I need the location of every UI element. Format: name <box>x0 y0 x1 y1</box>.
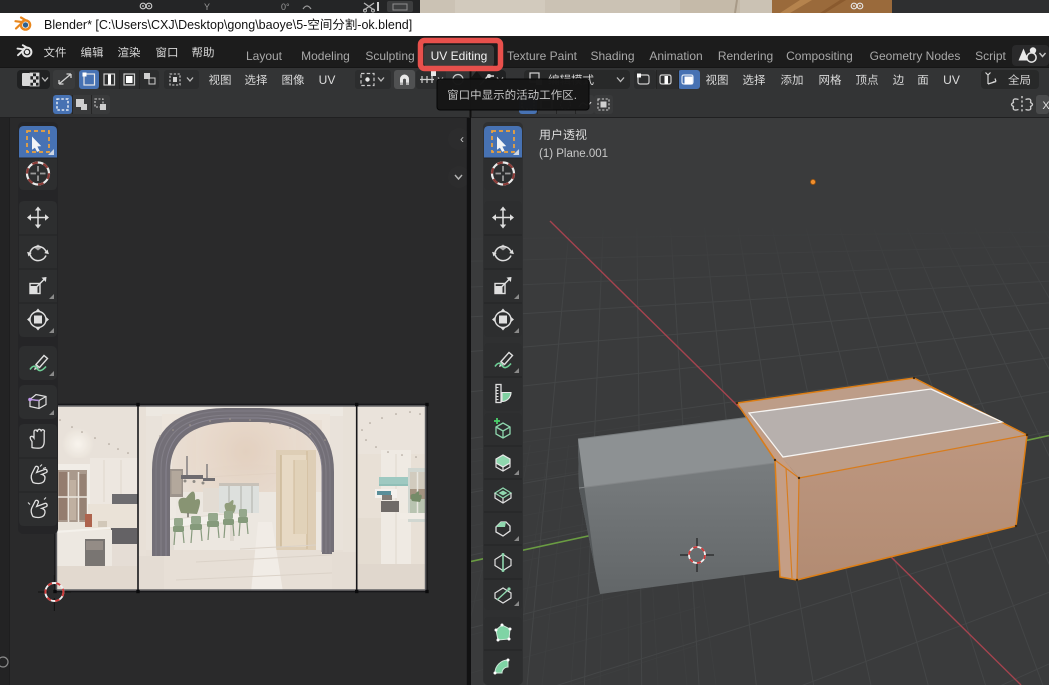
svg-text:Blender* [C:\Users\CXJ\Desktop: Blender* [C:\Users\CXJ\Desktop\gong\baoy… <box>44 18 307 32</box>
svg-text:Y: Y <box>204 2 210 12</box>
svg-text:Modeling: Modeling <box>301 49 350 63</box>
svg-text:Sculpting: Sculpting <box>365 49 414 63</box>
svg-text:Script: Script <box>975 49 1006 63</box>
svg-text:Geometry Nodes: Geometry Nodes <box>870 49 961 63</box>
svg-text:UV Editing: UV Editing <box>431 49 488 63</box>
svg-text:Texture Paint: Texture Paint <box>507 49 578 63</box>
svg-text:UV: UV <box>943 73 960 87</box>
svg-text:Compositing: Compositing <box>786 49 853 63</box>
svg-text:(1) Plane.001: (1) Plane.001 <box>539 148 608 160</box>
svg-text:-ok.blend]: -ok.blend] <box>357 18 412 32</box>
svg-text:UV: UV <box>319 73 336 87</box>
svg-text:‹: ‹ <box>460 132 464 146</box>
svg-text:Rendering: Rendering <box>718 49 773 63</box>
svg-text:Shading: Shading <box>590 49 634 63</box>
svg-text:Animation: Animation <box>649 49 702 63</box>
svg-text:.: . <box>574 90 577 102</box>
svg-text:Layout: Layout <box>246 49 283 63</box>
svg-text:X: X <box>1042 100 1049 112</box>
svg-text:0°: 0° <box>281 2 290 12</box>
